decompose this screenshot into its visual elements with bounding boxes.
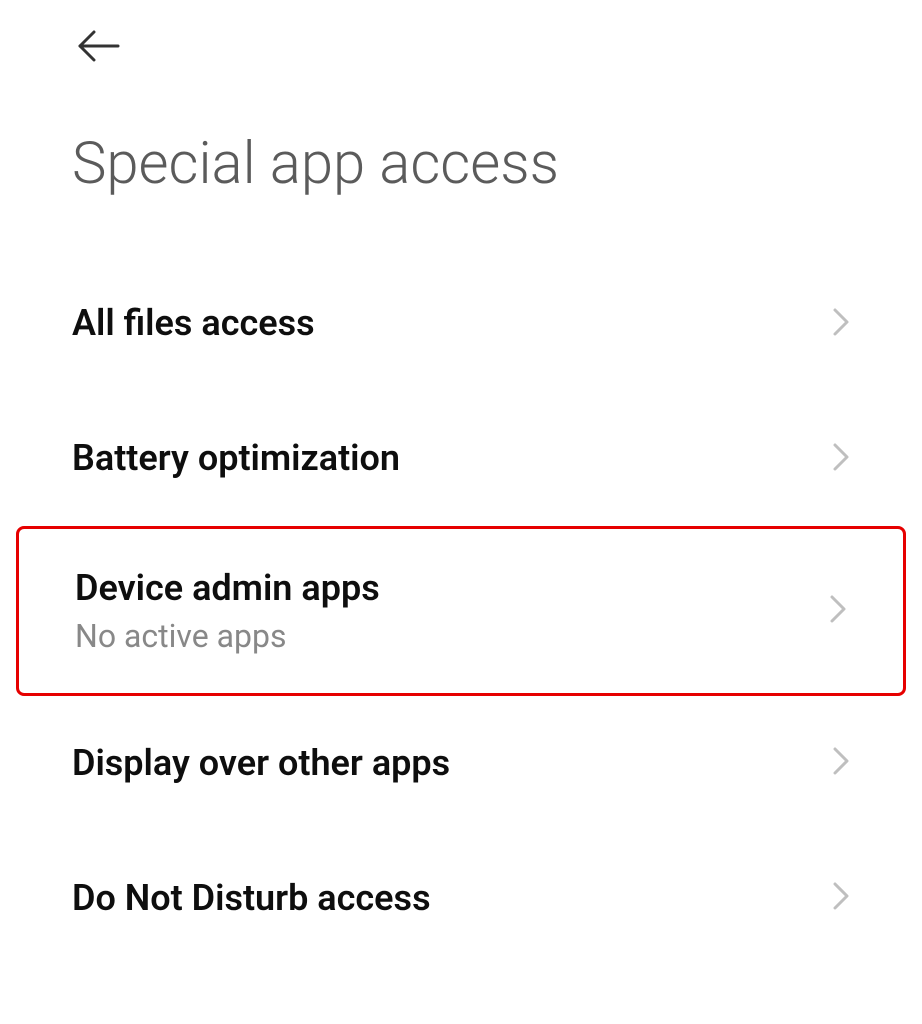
- list-item-battery-optimization[interactable]: Battery optimization: [0, 391, 922, 526]
- chevron-right-icon: [832, 881, 850, 915]
- list-item-content: Display over other apps: [72, 742, 450, 785]
- list-item-device-admin-apps[interactable]: Device admin apps No active apps: [16, 526, 906, 695]
- list-item-title: Device admin apps: [75, 567, 380, 610]
- list-item-content: Device admin apps No active apps: [75, 567, 380, 654]
- list-item-content: All files access: [72, 302, 315, 345]
- list-item-title: All files access: [72, 302, 315, 345]
- list-item-display-over-other-apps[interactable]: Display over other apps: [0, 696, 922, 831]
- list-item-subtitle: No active apps: [75, 617, 380, 655]
- chevron-right-icon: [832, 746, 850, 780]
- list-item-content: Do Not Disturb access: [72, 877, 431, 920]
- list-item-title: Do Not Disturb access: [72, 877, 431, 920]
- chevron-right-icon: [832, 442, 850, 476]
- settings-list: All files access Battery optimization De…: [0, 256, 922, 966]
- list-item-title: Battery optimization: [72, 437, 400, 480]
- chevron-right-icon: [832, 307, 850, 341]
- list-item-title: Display over other apps: [72, 742, 450, 785]
- list-item-all-files-access[interactable]: All files access: [0, 256, 922, 391]
- back-button[interactable]: [74, 24, 122, 72]
- chevron-right-icon: [829, 594, 847, 628]
- list-item-content: Battery optimization: [72, 437, 400, 480]
- list-item-do-not-disturb-access[interactable]: Do Not Disturb access: [0, 831, 922, 966]
- back-arrow-icon: [76, 30, 120, 66]
- page-title: Special app access: [72, 130, 559, 198]
